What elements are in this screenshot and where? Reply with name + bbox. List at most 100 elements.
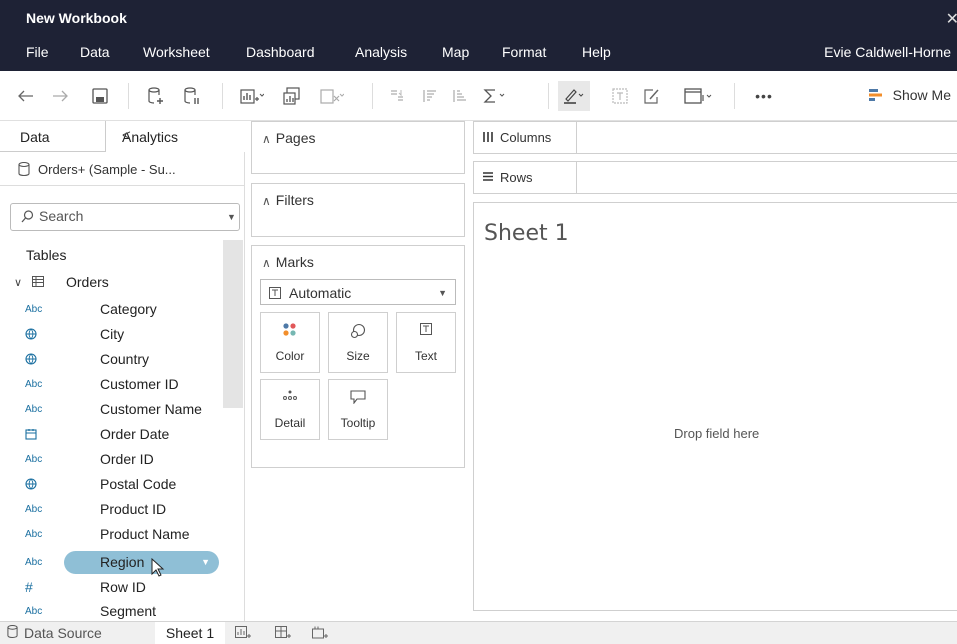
field-order-id[interactable]: Abc Order ID: [25, 448, 154, 470]
new-dashboard-icon[interactable]: [275, 626, 291, 643]
more-options-icon[interactable]: •••: [750, 85, 778, 107]
menu-dashboard[interactable]: Dashboard: [246, 44, 315, 60]
toolbar-divider: [372, 83, 373, 109]
marks-text-button[interactable]: Text: [396, 312, 456, 373]
scrollbar-thumb[interactable]: [223, 240, 243, 408]
data-source-tab[interactable]: Data Source: [0, 622, 150, 644]
toolbar-divider: [222, 83, 223, 109]
string-icon: Abc: [25, 528, 43, 540]
mark-type-select[interactable]: Automatic ▼: [260, 279, 456, 305]
field-region[interactable]: Abc Region: [25, 551, 144, 573]
string-icon: Abc: [25, 378, 43, 390]
field-category[interactable]: Abc Category: [25, 298, 157, 320]
field-name: Customer Name: [100, 401, 202, 417]
sheet-tab[interactable]: Sheet 1: [155, 622, 225, 644]
field-postal-code[interactable]: Postal Code: [25, 473, 176, 495]
search-field[interactable]: ▼: [10, 203, 240, 231]
table-orders[interactable]: ∨ Orders: [14, 274, 109, 290]
clear-sheet-icon[interactable]: [318, 85, 346, 107]
chevron-up-icon: ∧: [262, 256, 271, 270]
field-city[interactable]: City: [25, 323, 124, 345]
rows-shelf[interactable]: Rows: [473, 161, 957, 194]
marks-size-button[interactable]: Size: [328, 312, 388, 373]
marks-tooltip-button[interactable]: Tooltip: [328, 379, 388, 440]
chevron-down-icon[interactable]: ∨: [14, 276, 28, 289]
chevron-down-icon: ▼: [438, 288, 447, 298]
window-title: New Workbook: [26, 10, 127, 26]
menu-format[interactable]: Format: [502, 44, 546, 60]
marks-header[interactable]: ∧ Marks: [262, 254, 314, 270]
tables-header: Tables: [26, 247, 67, 263]
user-name[interactable]: Evie Caldwell-Horne: [824, 44, 951, 60]
field-row-id[interactable]: # Row ID: [25, 576, 146, 598]
format-workbook-icon[interactable]: [641, 85, 663, 107]
tab-data[interactable]: Data: [0, 121, 106, 152]
totals-sigma-icon[interactable]: [480, 85, 510, 107]
duplicate-sheet-icon[interactable]: [280, 85, 304, 107]
sort-descending-icon[interactable]: [448, 85, 470, 107]
sort-ascending-icon[interactable]: [418, 85, 440, 107]
filters-header[interactable]: ∧ Filters: [262, 192, 314, 208]
field-order-date[interactable]: Order Date: [25, 423, 169, 445]
field-customer-id[interactable]: Abc Customer ID: [25, 373, 179, 395]
search-options-icon[interactable]: ▼: [227, 212, 236, 222]
close-icon[interactable]: ✕: [946, 9, 957, 29]
sheet-title[interactable]: Sheet 1: [484, 221, 569, 246]
collapse-pane-icon[interactable]: <: [122, 127, 235, 144]
save-icon[interactable]: [89, 85, 111, 107]
pages-header[interactable]: ∧ Pages: [262, 130, 316, 146]
filters-shelf[interactable]: ∧ Filters: [251, 183, 465, 237]
string-icon: Abc: [25, 303, 43, 315]
rows-label-box: Rows: [474, 162, 577, 193]
pause-updates-icon[interactable]: [181, 85, 203, 107]
view-canvas[interactable]: Sheet 1 Drop field here: [473, 202, 957, 611]
columns-shelf[interactable]: Columns: [473, 121, 957, 154]
sheet-tab-bar: Data Source Sheet 1: [0, 621, 957, 644]
menu-file[interactable]: File: [26, 44, 49, 60]
back-arrow-icon[interactable]: [16, 85, 36, 107]
fit-view-icon[interactable]: [682, 85, 716, 107]
drop-field-hint: Drop field here: [674, 426, 760, 441]
toolbar: ••• Show Me: [0, 71, 957, 121]
tooltip-label: Tooltip: [340, 416, 376, 430]
toolbar-divider: [548, 83, 549, 109]
pages-shelf[interactable]: ∧ Pages: [251, 121, 465, 174]
marks-color-button[interactable]: Color: [260, 312, 320, 373]
search-icon: [21, 210, 34, 226]
new-datasource-icon[interactable]: [145, 85, 167, 107]
calendar-icon: [25, 428, 53, 440]
field-product-id[interactable]: Abc Product ID: [25, 498, 166, 520]
database-icon: [7, 625, 18, 641]
menu-data[interactable]: Data: [80, 44, 110, 60]
menu-analysis[interactable]: Analysis: [355, 44, 407, 60]
show-labels-icon[interactable]: [609, 85, 631, 107]
new-worksheet-icon[interactable]: [235, 626, 251, 643]
field-segment[interactable]: Abc Segment: [25, 600, 156, 622]
field-product-name[interactable]: Abc Product Name: [25, 523, 189, 545]
datasource-name: Orders+ (Sample - Su...: [38, 162, 176, 177]
chevron-up-icon: ∧: [262, 132, 271, 146]
sheet-tab-label: Sheet 1: [165, 625, 215, 641]
field-menu-icon[interactable]: ▼: [201, 557, 210, 567]
forward-arrow-icon[interactable]: [50, 85, 70, 107]
datasource-item[interactable]: Orders+ (Sample - Su...: [0, 152, 245, 186]
tab-analytics[interactable]: Analytics <: [106, 121, 245, 152]
new-worksheet-icon[interactable]: [238, 85, 266, 107]
marks-detail-button[interactable]: Detail: [260, 379, 320, 440]
field-customer-name[interactable]: Abc Customer Name: [25, 398, 202, 420]
search-input[interactable]: [39, 208, 219, 224]
tooltip-icon: [329, 390, 387, 404]
string-icon: Abc: [25, 403, 43, 415]
menu-worksheet[interactable]: Worksheet: [143, 44, 210, 60]
show-me-button[interactable]: Show Me: [868, 87, 951, 103]
swap-rows-columns-icon[interactable]: [386, 85, 408, 107]
field-name: Category: [100, 301, 157, 317]
menu-help[interactable]: Help: [582, 44, 611, 60]
columns-label: Columns: [500, 130, 552, 145]
field-country[interactable]: Country: [25, 348, 149, 370]
string-icon: Abc: [25, 556, 43, 568]
highlight-pen-icon[interactable]: [558, 81, 590, 111]
new-story-icon[interactable]: [312, 626, 328, 643]
menu-map[interactable]: Map: [442, 44, 469, 60]
filters-label: Filters: [275, 192, 314, 208]
